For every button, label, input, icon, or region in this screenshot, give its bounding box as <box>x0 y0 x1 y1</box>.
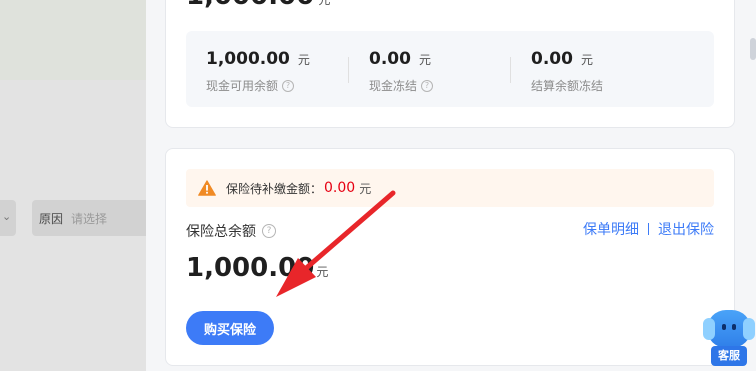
balance-value: 0.00 <box>531 49 573 69</box>
link-divider <box>648 223 649 235</box>
balance-value: 0.00 <box>369 49 411 69</box>
warning-icon <box>198 180 216 196</box>
help-icon[interactable]: ? <box>262 224 276 238</box>
insurance-links: 保单明细 退出保险 <box>583 219 714 239</box>
insurance-title-text: 保险总余额 <box>186 224 256 240</box>
help-icon[interactable]: ? <box>421 79 434 92</box>
chevron-down-icon: ⌄ <box>2 210 12 223</box>
insurance-warning-banner: 保险待补缴金额： 0.00 元 <box>186 169 714 207</box>
insurance-title: 保险总余额 ? <box>186 221 276 241</box>
balance-unit: 元 <box>418 53 431 67</box>
background-banner <box>0 0 146 80</box>
buy-insurance-button[interactable]: 购买保险 <box>186 311 274 345</box>
reason-placeholder: 请选择 <box>71 211 108 226</box>
balance-unit: 元 <box>580 53 593 67</box>
balance-label: 现金可用余额 <box>206 79 279 93</box>
policy-detail-link[interactable]: 保单明细 <box>583 219 639 239</box>
customer-service-label: 客服 <box>711 346 747 366</box>
help-icon[interactable]: ? <box>282 79 295 92</box>
insurance-amount: 1,000.00 元 <box>186 253 328 283</box>
balance-label: 现金冻结 <box>369 79 418 93</box>
total-balance: 1,000.00 元 <box>186 0 330 11</box>
reason-select: 原因 请选择 <box>32 200 146 236</box>
warning-text: 保险待补缴金额： <box>226 181 323 196</box>
divider <box>348 57 349 83</box>
mascot-icon <box>703 310 755 348</box>
background-select-partial: ⌄ <box>0 200 16 236</box>
exit-insurance-link[interactable]: 退出保险 <box>658 219 714 239</box>
reason-label: 原因 <box>39 211 64 226</box>
customer-service-widget[interactable]: 客服 <box>703 310 755 368</box>
balance-label: 结算余额冻结 <box>531 79 604 93</box>
total-balance-unit: 元 <box>318 0 331 7</box>
warning-amount: 0.00 <box>324 180 356 196</box>
balance-breakdown: 1,000.00 元 现金可用余额? 0.00 元 现金冻结? 0.00 元 结算余额… <box>186 31 714 107</box>
insurance-card: 保险待补缴金额： 0.00 元 保险总余额 ? 保单明细 退出保险 1,000.… <box>165 148 735 366</box>
insurance-amount-unit: 元 <box>316 265 329 279</box>
balance-value: 1,000.00 <box>206 49 290 69</box>
divider <box>510 57 511 83</box>
balance-card: 1,000.00 元 1,000.00 元 现金可用余额? 0.00 元 现金冻结? … <box>165 0 735 128</box>
balance-unit: 元 <box>297 53 310 67</box>
insurance-amount-value: 1,000.00 <box>186 253 315 283</box>
background-page <box>0 0 146 371</box>
warning-unit: 元 <box>359 181 372 196</box>
total-balance-value: 1,000.00 <box>186 0 314 11</box>
account-drawer: 1,000.00元 1,000.00元 现金可用余额? 0.00元 现金冻结? … <box>146 0 756 371</box>
scrollbar[interactable] <box>750 38 756 60</box>
